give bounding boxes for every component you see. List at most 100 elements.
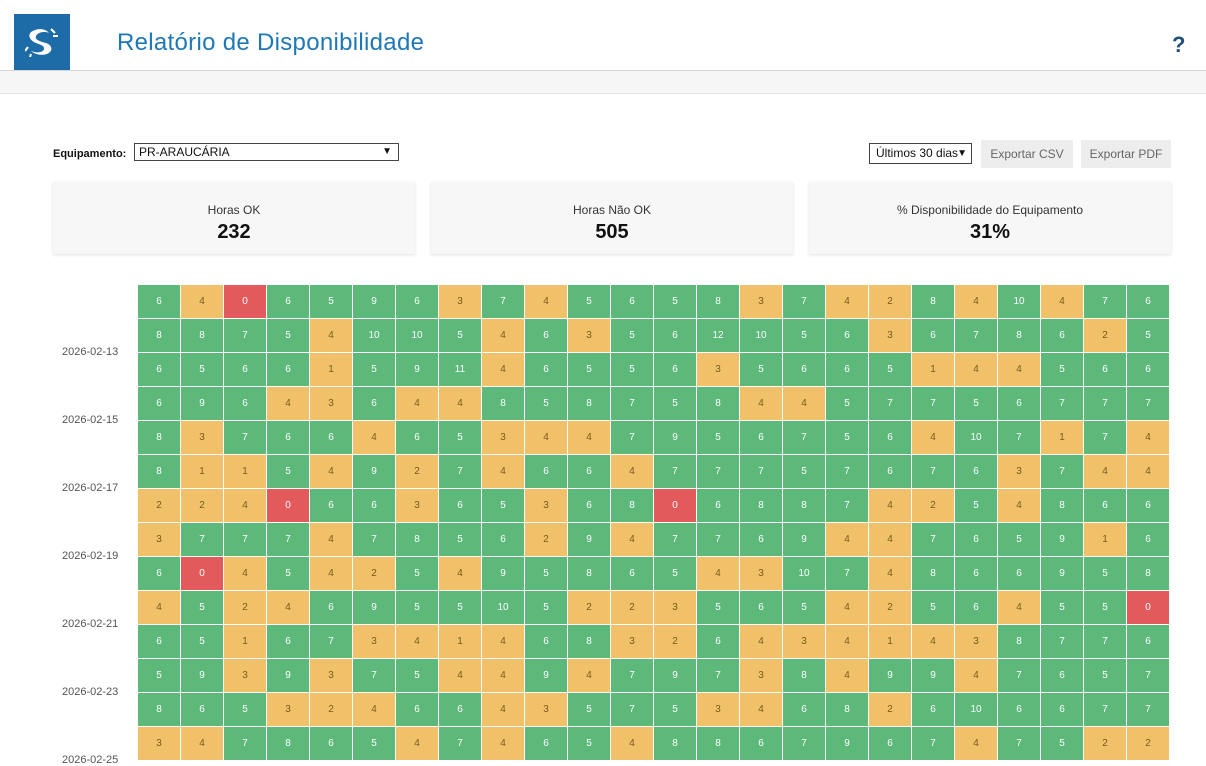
heatmap-cell[interactable]: 4 bbox=[955, 285, 997, 318]
heatmap-cell[interactable]: 5 bbox=[353, 353, 395, 386]
heatmap-cell[interactable]: 3 bbox=[224, 659, 266, 692]
heatmap-cell[interactable]: 6 bbox=[1084, 489, 1126, 522]
heatmap-cell[interactable]: 2 bbox=[224, 591, 266, 624]
heatmap-cell[interactable]: 9 bbox=[1041, 523, 1083, 556]
heatmap-cell[interactable]: 5 bbox=[353, 727, 395, 760]
heatmap-cell[interactable]: 10 bbox=[396, 319, 438, 352]
heatmap-cell[interactable]: 5 bbox=[1084, 557, 1126, 590]
heatmap-cell[interactable]: 6 bbox=[267, 625, 309, 658]
heatmap-cell[interactable]: 10 bbox=[482, 591, 524, 624]
heatmap-cell[interactable]: 4 bbox=[181, 285, 223, 318]
heatmap-cell[interactable]: 7 bbox=[912, 455, 954, 488]
heatmap-cell[interactable]: 7 bbox=[611, 387, 653, 420]
heatmap-cell[interactable]: 9 bbox=[869, 659, 911, 692]
heatmap-cell[interactable]: 4 bbox=[869, 489, 911, 522]
heatmap-cell[interactable]: 6 bbox=[181, 693, 223, 726]
heatmap-cell[interactable]: 1 bbox=[439, 625, 481, 658]
heatmap-cell[interactable]: 6 bbox=[611, 285, 653, 318]
heatmap-cell[interactable]: 4 bbox=[224, 557, 266, 590]
heatmap-cell[interactable]: 7 bbox=[611, 421, 653, 454]
heatmap-cell[interactable]: 2 bbox=[1084, 727, 1126, 760]
heatmap-cell[interactable]: 4 bbox=[482, 693, 524, 726]
heatmap-cell[interactable]: 3 bbox=[869, 319, 911, 352]
heatmap-cell[interactable]: 5 bbox=[955, 387, 997, 420]
heatmap-cell[interactable]: 6 bbox=[525, 353, 567, 386]
heatmap-cell[interactable]: 6 bbox=[353, 387, 395, 420]
heatmap-cell[interactable]: 6 bbox=[353, 489, 395, 522]
heatmap-cell[interactable]: 6 bbox=[654, 353, 696, 386]
heatmap-cell[interactable]: 5 bbox=[568, 285, 610, 318]
heatmap-cell[interactable]: 6 bbox=[310, 727, 352, 760]
heatmap-cell[interactable]: 7 bbox=[654, 455, 696, 488]
heatmap-cell[interactable]: 4 bbox=[396, 727, 438, 760]
heatmap-cell[interactable]: 6 bbox=[396, 693, 438, 726]
heatmap-cell[interactable]: 6 bbox=[740, 523, 782, 556]
heatmap-cell[interactable]: 7 bbox=[783, 727, 825, 760]
heatmap-cell[interactable]: 1 bbox=[869, 625, 911, 658]
heatmap-cell[interactable]: 5 bbox=[181, 625, 223, 658]
heatmap-cell[interactable]: 0 bbox=[654, 489, 696, 522]
heatmap-cell[interactable]: 4 bbox=[439, 557, 481, 590]
heatmap-cell[interactable]: 6 bbox=[1041, 659, 1083, 692]
heatmap-cell[interactable]: 9 bbox=[267, 659, 309, 692]
heatmap-cell[interactable]: 6 bbox=[138, 353, 180, 386]
heatmap-cell[interactable]: 6 bbox=[224, 387, 266, 420]
heatmap-cell[interactable]: 4 bbox=[482, 659, 524, 692]
heatmap-cell[interactable]: 6 bbox=[439, 693, 481, 726]
heatmap-cell[interactable]: 6 bbox=[138, 625, 180, 658]
heatmap-cell[interactable]: 4 bbox=[396, 387, 438, 420]
heatmap-cell[interactable]: 7 bbox=[1041, 455, 1083, 488]
heatmap-cell[interactable]: 7 bbox=[1127, 659, 1169, 692]
heatmap-cell[interactable]: 8 bbox=[611, 489, 653, 522]
heatmap-cell[interactable]: 10 bbox=[740, 319, 782, 352]
heatmap-cell[interactable]: 6 bbox=[1084, 353, 1126, 386]
heatmap-cell[interactable]: 5 bbox=[783, 455, 825, 488]
heatmap-cell[interactable]: 2 bbox=[310, 693, 352, 726]
heatmap-cell[interactable]: 6 bbox=[525, 625, 567, 658]
help-button[interactable]: ? bbox=[1172, 32, 1185, 58]
heatmap-cell[interactable]: 5 bbox=[181, 591, 223, 624]
heatmap-cell[interactable]: 4 bbox=[439, 387, 481, 420]
heatmap-cell[interactable]: 8 bbox=[568, 387, 610, 420]
heatmap-cell[interactable]: 4 bbox=[568, 421, 610, 454]
heatmap-cell[interactable]: 0 bbox=[1127, 591, 1169, 624]
heatmap-cell[interactable]: 6 bbox=[955, 591, 997, 624]
heatmap-cell[interactable]: 6 bbox=[267, 421, 309, 454]
heatmap-cell[interactable]: 7 bbox=[783, 285, 825, 318]
heatmap-cell[interactable]: 7 bbox=[869, 387, 911, 420]
heatmap-cell[interactable]: 7 bbox=[998, 727, 1040, 760]
heatmap-cell[interactable]: 3 bbox=[783, 625, 825, 658]
heatmap-cell[interactable]: 1 bbox=[224, 625, 266, 658]
heatmap-cell[interactable]: 10 bbox=[955, 421, 997, 454]
heatmap-cell[interactable]: 8 bbox=[697, 387, 739, 420]
heatmap-cell[interactable]: 10 bbox=[955, 693, 997, 726]
heatmap-cell[interactable]: 7 bbox=[1041, 387, 1083, 420]
heatmap-cell[interactable]: 4 bbox=[267, 387, 309, 420]
heatmap-cell[interactable]: 4 bbox=[955, 659, 997, 692]
heatmap-cell[interactable]: 5 bbox=[611, 319, 653, 352]
heatmap-cell[interactable]: 3 bbox=[740, 557, 782, 590]
heatmap-cell[interactable]: 4 bbox=[697, 557, 739, 590]
heatmap-cell[interactable]: 5 bbox=[439, 421, 481, 454]
heatmap-cell[interactable]: 3 bbox=[310, 659, 352, 692]
heatmap-cell[interactable]: 5 bbox=[310, 285, 352, 318]
heatmap-cell[interactable]: 2 bbox=[912, 489, 954, 522]
heatmap-cell[interactable]: 0 bbox=[181, 557, 223, 590]
heatmap-cell[interactable]: 7 bbox=[826, 455, 868, 488]
heatmap-cell[interactable]: 5 bbox=[1084, 659, 1126, 692]
heatmap-cell[interactable]: 6 bbox=[783, 693, 825, 726]
heatmap-cell[interactable]: 8 bbox=[654, 727, 696, 760]
heatmap-cell[interactable]: 9 bbox=[912, 659, 954, 692]
heatmap-cell[interactable]: 6 bbox=[740, 421, 782, 454]
heatmap-cell[interactable]: 6 bbox=[396, 285, 438, 318]
heatmap-cell[interactable]: 9 bbox=[654, 659, 696, 692]
heatmap-cell[interactable]: 3 bbox=[740, 659, 782, 692]
heatmap-cell[interactable]: 7 bbox=[310, 625, 352, 658]
heatmap-cell[interactable]: 5 bbox=[525, 591, 567, 624]
heatmap-cell[interactable]: 7 bbox=[1127, 693, 1169, 726]
heatmap-cell[interactable]: 5 bbox=[181, 353, 223, 386]
heatmap-cell[interactable]: 8 bbox=[1041, 489, 1083, 522]
heatmap-cell[interactable]: 4 bbox=[396, 625, 438, 658]
heatmap-cell[interactable]: 4 bbox=[224, 489, 266, 522]
heatmap-cell[interactable]: 5 bbox=[224, 693, 266, 726]
